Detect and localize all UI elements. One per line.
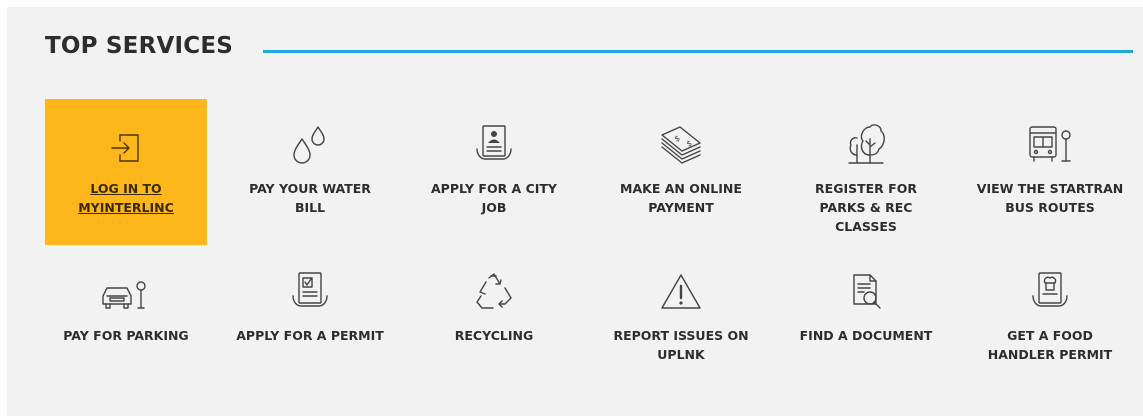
recycle-icon — [473, 266, 515, 312]
tile-log-in[interactable]: LOG IN TO MYINTERLINC — [45, 99, 207, 245]
tile-pay-water-bill[interactable]: PAY YOUR WATER BILL — [229, 99, 391, 217]
tile-label: FIND A DOCUMENT — [799, 328, 933, 343]
login-icon — [109, 119, 143, 165]
tile-label: MAKE AN ONLINE PAYMENT — [620, 181, 742, 215]
svg-text:$: $ — [673, 134, 681, 144]
tile-label: APPLY FOR A CITY JOB — [431, 181, 557, 215]
tile-bus-routes[interactable]: VIEW THE STARTRAN BUS ROUTES — [969, 99, 1131, 217]
tile-label: LOG IN TO MYINTERLINC — [78, 181, 174, 215]
tile-parks-rec[interactable]: REGISTER FOR PARKS & REC CLASSES — [785, 99, 947, 236]
tile-label: PAY FOR PARKING — [63, 328, 189, 343]
tile-label: PAY YOUR WATER BILL — [249, 181, 371, 215]
money-stack-icon: $ $ — [658, 119, 704, 165]
tile-apply-permit[interactable]: APPLY FOR A PERMIT — [229, 266, 391, 345]
food-permit-icon — [1029, 266, 1071, 312]
tile-label: REPORT ISSUES ON UPLNK — [613, 328, 749, 362]
tile-apply-city-job[interactable]: APPLY FOR A CITY JOB — [413, 99, 575, 217]
tile-label: REGISTER FOR PARKS & REC CLASSES — [815, 181, 917, 234]
tile-label: GET A FOOD HANDLER PERMIT — [987, 328, 1113, 362]
bus-stop-icon — [1026, 119, 1074, 165]
document-search-icon — [846, 266, 886, 312]
tile-food-handler-permit[interactable]: GET A FOOD HANDLER PERMIT — [969, 266, 1131, 364]
tile-report-uplnk[interactable]: REPORT ISSUES ON UPLNK — [600, 266, 762, 364]
tile-label: APPLY FOR A PERMIT — [236, 328, 384, 343]
tile-label: VIEW THE STARTRAN BUS ROUTES — [976, 181, 1124, 215]
heading-accent-rule — [263, 50, 1133, 53]
permit-icon — [289, 266, 331, 312]
job-application-icon — [473, 119, 515, 165]
car-parking-icon — [99, 266, 153, 312]
section-title: TOP SERVICES — [45, 33, 234, 59]
warning-icon — [659, 266, 703, 312]
tile-find-document[interactable]: FIND A DOCUMENT — [785, 266, 947, 345]
tile-pay-parking[interactable]: PAY FOR PARKING — [45, 266, 207, 345]
tile-online-payment[interactable]: $ $ MAKE AN ONLINE PAYMENT — [600, 99, 762, 217]
trees-icon — [843, 119, 889, 165]
tile-recycling[interactable]: RECYCLING — [413, 266, 575, 345]
svg-text:$: $ — [685, 139, 693, 149]
section-heading-row: TOP SERVICES — [45, 33, 233, 59]
water-drops-icon — [288, 119, 332, 165]
tile-label: RECYCLING — [454, 328, 534, 343]
